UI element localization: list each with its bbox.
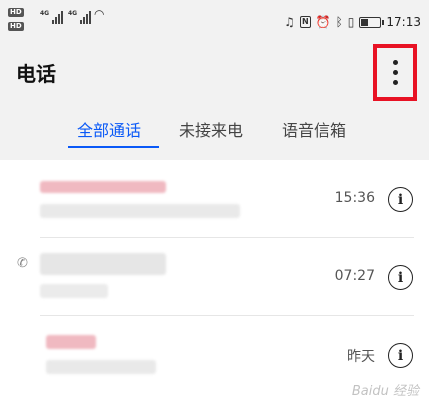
alarm-icon: ⏰ [315, 15, 331, 29]
network-type: 4G [68, 10, 78, 17]
call-detail-redacted [46, 360, 156, 374]
battery-level [361, 18, 369, 26]
watermark: Baidu 经验 [351, 384, 419, 399]
tab-voicemail[interactable]: 语音信箱 [282, 118, 346, 144]
battery-icon [359, 16, 385, 28]
network-type: 4G [40, 10, 50, 17]
active-tab-indicator [68, 146, 159, 148]
vibrate-icon: ▯ [347, 15, 355, 29]
call-time: 07:27 [334, 268, 375, 284]
tab-bar: 全部通话 未接来电 语音信箱 [0, 118, 429, 150]
list-item[interactable]: 15:36 i [0, 160, 429, 238]
more-vertical-icon [392, 80, 398, 85]
hd-badge: HD [8, 8, 24, 17]
more-options-button[interactable] [373, 44, 417, 101]
clock: 17:13 [386, 15, 421, 29]
call-time: 15:36 [334, 190, 375, 206]
call-detail-redacted [40, 204, 240, 218]
tab-missed-calls[interactable]: 未接来电 [179, 118, 243, 144]
status-icons: ♫ N ⏰ ᛒ ▯ 17:13 [284, 13, 421, 31]
app-header: 电话 全部通话 未接来电 语音信箱 [0, 44, 429, 160]
nfc-icon: N [299, 16, 311, 28]
page-title: 电话 [16, 62, 56, 86]
contact-name-redacted [46, 335, 96, 349]
info-icon[interactable]: i [388, 187, 413, 212]
info-icon[interactable]: i [388, 265, 413, 290]
call-detail-redacted [40, 284, 108, 298]
signal-indicators: HD HD 4G 4G ◠ [8, 6, 118, 38]
headset-icon: ♫ [284, 15, 295, 29]
status-bar: HD HD 4G 4G ◠ ♫ N ⏰ ᛒ ▯ 17:13 [0, 0, 429, 44]
call-log-list: 15:36 i ✆ 07:27 i 昨天 i Baidu 经验 [0, 160, 429, 401]
bluetooth-icon: ᛒ [335, 15, 343, 29]
hd-badge: HD [8, 22, 24, 31]
wifi-icon: ◠ [94, 7, 105, 21]
contact-name-redacted [40, 181, 166, 193]
signal-strength-icon [80, 10, 91, 24]
outgoing-call-icon: ✆ [17, 256, 28, 271]
call-time: 昨天 [347, 349, 375, 365]
signal-strength-icon [52, 10, 63, 24]
info-icon[interactable]: i [388, 343, 413, 368]
contact-name-redacted [40, 253, 166, 275]
more-vertical-icon [392, 70, 398, 75]
tab-all-calls[interactable]: 全部通话 [77, 118, 141, 144]
list-item[interactable]: ✆ 07:27 i [0, 238, 429, 316]
more-vertical-icon [392, 60, 398, 65]
